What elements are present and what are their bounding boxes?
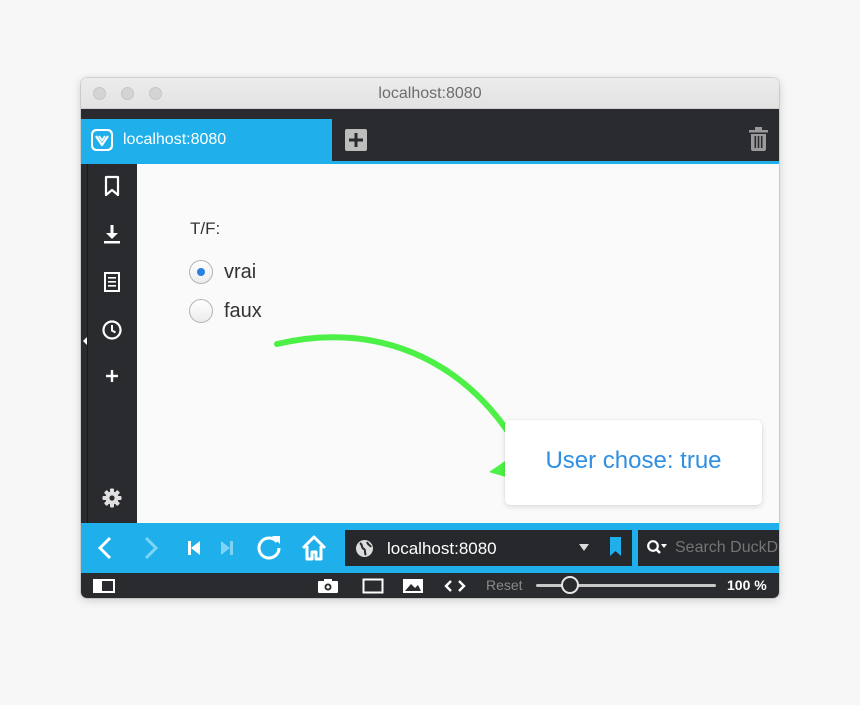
bookmark-page-icon[interactable] <box>609 537 622 557</box>
status-bar: Reset 100 % <box>81 573 779 598</box>
zoom-slider-thumb[interactable] <box>561 576 579 594</box>
reload-icon[interactable] <box>255 533 283 561</box>
zoom-level: 100 % <box>727 577 767 593</box>
trash-icon[interactable] <box>749 127 768 151</box>
history-icon[interactable] <box>101 319 123 341</box>
globe-icon <box>356 540 373 557</box>
page-actions-icon[interactable] <box>443 578 467 594</box>
side-panel-bar <box>81 164 137 523</box>
option-faux[interactable]: faux <box>189 299 262 323</box>
notes-icon[interactable] <box>101 271 123 293</box>
download-icon[interactable] <box>101 223 123 245</box>
title-bar: localhost:8080 <box>81 78 779 109</box>
image-icon[interactable] <box>402 578 424 594</box>
panel-collapse-handle-icon[interactable] <box>81 334 89 348</box>
settings-icon[interactable] <box>101 487 123 509</box>
navigation-bar: localhost:8080 <box>81 523 779 573</box>
tiling-icon[interactable] <box>362 578 384 594</box>
window-title: localhost:8080 <box>378 85 482 102</box>
search-box[interactable] <box>638 530 779 566</box>
tab-title: localhost:8080 <box>123 131 227 148</box>
url-text[interactable]: localhost:8080 <box>387 539 497 559</box>
forward-icon[interactable] <box>141 535 161 561</box>
address-bar[interactable]: localhost:8080 <box>345 530 632 566</box>
tab-localhost[interactable]: localhost:8080 <box>81 119 332 161</box>
question-label: T/F: <box>190 219 221 238</box>
search-engine-icon[interactable] <box>646 539 668 557</box>
add-panel-icon[interactable] <box>101 365 123 387</box>
bookmark-icon[interactable] <box>101 175 123 197</box>
search-input[interactable] <box>675 538 779 558</box>
radio-vrai[interactable] <box>189 260 213 284</box>
option-label-faux: faux <box>224 299 262 322</box>
browser-window: localhost:8080 localhost:8080 T/F: vrai … <box>81 78 779 598</box>
history-dropdown-icon[interactable] <box>578 541 590 553</box>
home-icon[interactable] <box>300 534 328 562</box>
option-label-vrai: vrai <box>224 260 257 283</box>
back-icon[interactable] <box>95 535 115 561</box>
page-content: T/F: vrai faux User chose: true <box>137 164 779 523</box>
radio-faux[interactable] <box>189 299 213 323</box>
option-vrai[interactable]: vrai <box>189 260 256 284</box>
site-favicon-icon <box>91 129 113 151</box>
zoom-reset-button[interactable]: Reset <box>486 577 523 593</box>
capture-icon[interactable] <box>317 578 339 594</box>
rewind-icon[interactable] <box>187 540 201 556</box>
tab-bar: localhost:8080 <box>81 109 779 161</box>
new-tab-icon[interactable] <box>345 129 367 151</box>
fast-forward-icon[interactable] <box>220 540 234 556</box>
panel-toggle-icon[interactable] <box>93 579 115 593</box>
result-message: User chose: true <box>545 447 722 474</box>
result-toast: User chose: true <box>505 420 762 505</box>
